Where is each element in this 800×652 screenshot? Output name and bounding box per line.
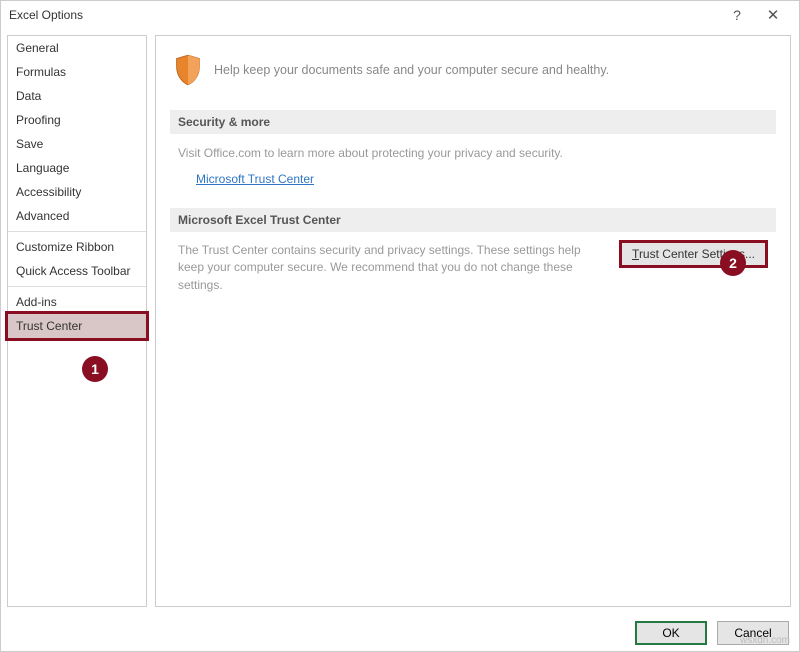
section-trust-center-header: Microsoft Excel Trust Center <box>170 208 776 232</box>
annotation-badge-2: 2 <box>720 250 746 276</box>
hero-row: Help keep your documents safe and your c… <box>170 46 776 104</box>
watermark: wsxdn.com <box>740 635 790 646</box>
sidebar-item-save[interactable]: Save <box>8 132 146 156</box>
sidebar-item-general[interactable]: General <box>8 36 146 60</box>
hero-text: Help keep your documents safe and your c… <box>214 63 609 77</box>
trust-center-description: The Trust Center contains security and p… <box>178 242 595 294</box>
security-description: Visit Office.com to learn more about pro… <box>178 144 768 162</box>
sidebar-item-accessibility[interactable]: Accessibility <box>8 180 146 204</box>
sidebar-item-quick-access-toolbar[interactable]: Quick Access Toolbar <box>8 259 146 283</box>
help-icon[interactable]: ? <box>719 3 755 27</box>
section-security-body: Visit Office.com to learn more about pro… <box>170 144 776 202</box>
window-title: Excel Options <box>9 8 719 22</box>
excel-options-dialog: Excel Options ? ✕ General Formulas Data … <box>0 0 800 652</box>
sidebar-item-language[interactable]: Language <box>8 156 146 180</box>
close-icon[interactable]: ✕ <box>755 3 791 27</box>
section-security-header: Security & more <box>170 110 776 134</box>
main-panel: Help keep your documents safe and your c… <box>155 35 791 607</box>
sidebar-item-customize-ribbon[interactable]: Customize Ribbon <box>8 235 146 259</box>
microsoft-trust-center-link[interactable]: Microsoft Trust Center <box>178 170 314 188</box>
trust-center-row: The Trust Center contains security and p… <box>170 242 776 294</box>
ok-button[interactable]: OK <box>635 621 707 645</box>
sidebar-separator <box>8 231 146 232</box>
dialog-body: General Formulas Data Proofing Save Lang… <box>1 29 799 615</box>
sidebar-separator <box>8 286 146 287</box>
sidebar-item-formulas[interactable]: Formulas <box>8 60 146 84</box>
annotation-badge-1: 1 <box>82 356 108 382</box>
sidebar-item-advanced[interactable]: Advanced <box>8 204 146 228</box>
sidebar-item-trust-center[interactable]: Trust Center <box>5 311 149 341</box>
shield-icon <box>174 54 202 86</box>
dialog-footer: OK Cancel <box>1 615 799 651</box>
sidebar-item-data[interactable]: Data <box>8 84 146 108</box>
titlebar: Excel Options ? ✕ <box>1 1 799 29</box>
sidebar-item-proofing[interactable]: Proofing <box>8 108 146 132</box>
sidebar: General Formulas Data Proofing Save Lang… <box>7 35 147 607</box>
